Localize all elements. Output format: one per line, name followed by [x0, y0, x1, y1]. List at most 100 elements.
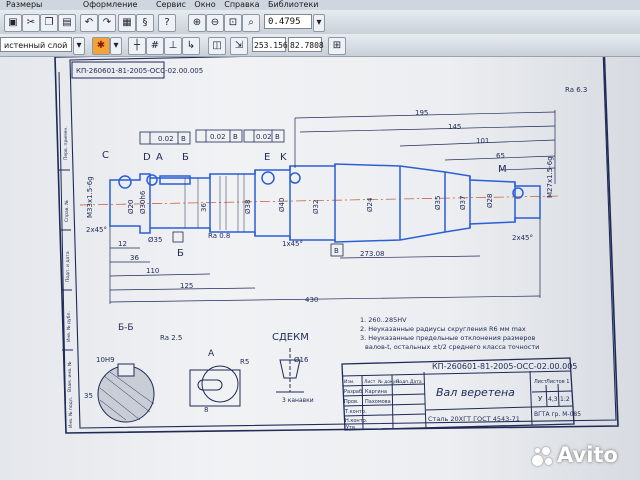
- dim-taper: 273.08: [360, 250, 385, 258]
- avito-wordmark: Avito: [557, 443, 618, 467]
- coords-icon[interactable]: ⇲: [230, 37, 248, 55]
- layer-dropdown-icon[interactable]: ▾: [73, 37, 85, 55]
- snap-icon[interactable]: ✱: [92, 37, 110, 55]
- menu-item-help[interactable]: Справка: [224, 0, 259, 10]
- title-block-col-heads: Изм. Лист № докум. Подп. Дата: [344, 379, 422, 385]
- dim-101: 101: [476, 137, 489, 145]
- coord-x-field[interactable]: 253.156: [252, 37, 288, 52]
- dim-d35: Ø35: [148, 236, 162, 244]
- tol-base-2: B: [233, 133, 238, 141]
- dim-d30h6: Ø30h6: [139, 190, 147, 214]
- dim-d32: Ø32: [312, 200, 320, 214]
- grid-icon[interactable]: #: [146, 37, 164, 55]
- detail-a-title: А: [208, 349, 215, 359]
- menu-item-format[interactable]: Оформление: [83, 0, 138, 10]
- tolerance-frames: [139, 129, 344, 257]
- coord-y-field[interactable]: 82.7808: [288, 37, 324, 52]
- title-block-name: Вал веретена: [436, 386, 515, 399]
- dim-12: 12: [118, 240, 127, 248]
- title-block-stage: У: [538, 395, 543, 403]
- dim-145: 145: [448, 123, 461, 131]
- ortho-icon[interactable]: ┼: [128, 37, 146, 55]
- dim-d38: Ø38: [244, 200, 252, 214]
- section-title: Б-Б: [118, 323, 134, 333]
- role: Разраб.: [344, 389, 364, 395]
- dim-d37: Ø37: [459, 196, 467, 210]
- paste-icon[interactable]: ▤: [58, 14, 76, 32]
- callout-c: C: [102, 150, 109, 161]
- dim-d28: Ø28: [486, 194, 494, 208]
- detail-a-width: 8: [204, 406, 208, 414]
- menu-item-service[interactable]: Сервис: [156, 0, 186, 10]
- person-name: Каргина: [365, 389, 387, 395]
- title-block-sheet: Лист: [534, 379, 547, 385]
- dim-chamfer-right: 2x45°: [512, 234, 533, 242]
- frame-left-label: Перв. примен.: [63, 126, 69, 160]
- section-key: 10Н9: [96, 356, 115, 364]
- main-toolbar: ▣ ✂ ❐ ▤ ↶ ↷ ▦ § ? ⊕ ⊖ ⊡ ⌕ 0.4795 ▾: [0, 10, 640, 35]
- zoom-input[interactable]: 0.4795: [264, 14, 312, 29]
- round-icon[interactable]: ◫: [208, 37, 226, 55]
- chevron-down-icon[interactable]: ▾: [313, 14, 325, 32]
- zoom-in-icon[interactable]: ⊕: [188, 14, 206, 32]
- section-ra: Ra 2.5: [160, 334, 182, 342]
- redo-icon[interactable]: ↷: [98, 14, 116, 32]
- zoom-all-icon[interactable]: ⌕: [242, 14, 260, 32]
- title-block-scale: 1:2: [560, 396, 570, 403]
- detail-a-drawing: [189, 365, 241, 407]
- col-head: Подп.: [396, 379, 410, 385]
- frame-left-label: Инв. № подл.: [68, 397, 74, 428]
- drawing-canvas[interactable]: 0.02 B 0.02 B 0.02 B В 195 145 101 65 12…: [0, 57, 640, 480]
- library-icon[interactable]: §: [136, 14, 154, 32]
- role: Пров.: [344, 399, 359, 405]
- detail-a-r5: R5: [240, 358, 249, 366]
- menu-item-window[interactable]: Окно: [194, 0, 215, 10]
- snap-dropdown-icon[interactable]: ▾: [110, 37, 122, 55]
- callout-a: A: [156, 152, 163, 163]
- layer-toolbar: истенный слой (0) ▾ ✱ ▾ ┼ # ⊥ ↳ ◫ ⇲ 253.…: [0, 34, 640, 65]
- zoom-out-icon[interactable]: ⊖: [206, 14, 224, 32]
- callout-m: M: [498, 164, 507, 175]
- mirrored-code-text: КП-260601-81-2005-ОСС-02.00.005: [76, 67, 203, 75]
- tol-base-3: B: [275, 133, 280, 141]
- dim-430: 430: [305, 296, 318, 304]
- help-pointer-icon[interactable]: ?: [158, 14, 176, 32]
- detail-sdekm-drawing: [276, 348, 304, 393]
- frame-left-label: Подп. и дата: [65, 251, 71, 282]
- copy-icon[interactable]: ❐: [40, 14, 58, 32]
- dim-d40: Ø40: [278, 198, 286, 212]
- dim-d20: Ø20: [127, 200, 135, 214]
- datum-box-label: В: [334, 247, 339, 255]
- note-3: 3. Неуказанные предельные отклонения раз…: [360, 334, 535, 342]
- zoom-extents-icon[interactable]: ⊞: [328, 37, 346, 55]
- frame-left-label: Справ. №: [64, 200, 70, 222]
- local-cs-icon[interactable]: ⊥: [164, 37, 182, 55]
- dim-195: 195: [415, 109, 428, 117]
- drawing-workspace[interactable]: 0.02 B 0.02 B 0.02 B В 195 145 101 65 12…: [0, 57, 640, 480]
- parametric-icon[interactable]: ↳: [182, 37, 200, 55]
- callout-e: E: [264, 152, 270, 163]
- save-icon[interactable]: ▣: [4, 14, 22, 32]
- note-1: 1. 260..285НV: [360, 316, 407, 324]
- zoom-window-icon[interactable]: ⊡: [224, 14, 242, 32]
- dim-36: 36: [130, 254, 139, 262]
- section-b-b: [97, 363, 155, 423]
- title-block-sheets: Листов 1: [546, 379, 569, 385]
- note-4: валов-t, остальных ±t/2 среднего класса …: [365, 343, 539, 351]
- menu-bar: Размеры Оформление Сервис Окно Справка Б…: [0, 0, 640, 10]
- callout-b-bottom: Б: [177, 248, 184, 259]
- menu-item-dimensions[interactable]: Размеры: [6, 0, 42, 10]
- callout-k: K: [280, 152, 287, 163]
- undo-icon[interactable]: ↶: [80, 14, 98, 32]
- properties-icon[interactable]: ▦: [118, 14, 136, 32]
- tol-base-1: B: [181, 135, 186, 143]
- technical-notes: 1. 260..285НV 2. Неуказанные радиусы скр…: [360, 316, 539, 351]
- dim-d36: 36: [200, 203, 208, 212]
- role: Н.контр.: [345, 418, 368, 424]
- cut-icon[interactable]: ✂: [22, 14, 40, 32]
- title-block-mass: 4,3: [548, 396, 558, 403]
- person-name: Пахомова: [365, 399, 391, 405]
- layer-select[interactable]: истенный слой (0): [0, 37, 72, 65]
- sdekm-note: 3 канавки: [282, 397, 314, 404]
- menu-item-libraries[interactable]: Библиотеки: [268, 0, 318, 10]
